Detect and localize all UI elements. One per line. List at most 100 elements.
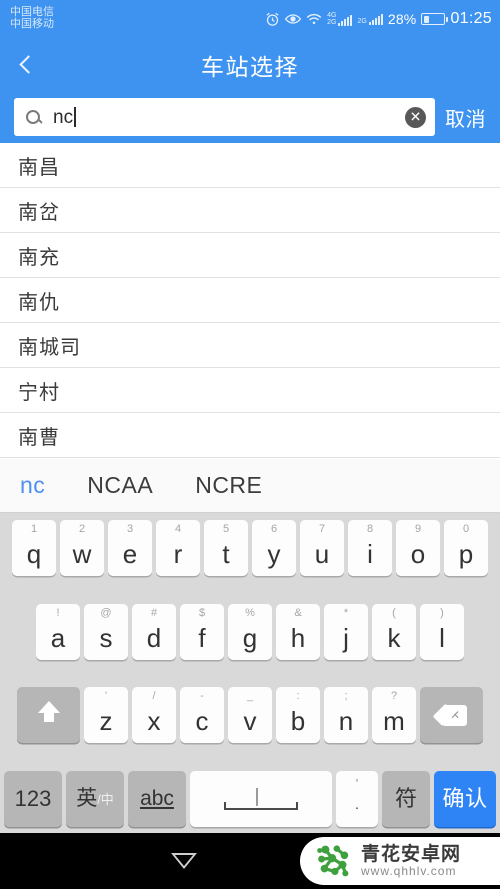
signal-1-top-label: 4G [327,11,337,19]
key-sub-label: _ [246,690,254,703]
alarm-icon [265,12,280,27]
key-main-label: t [222,539,230,569]
nav-back-triangle-icon[interactable] [171,853,197,869]
key-main-label: n [338,706,354,737]
key-y[interactable]: 6y [252,520,296,576]
search-input[interactable]: nc ✕ [14,98,435,136]
key-q[interactable]: 1q [12,520,56,576]
phone-screen: 中国电信 中国移动 4G 2G 2G 28% 01:25 车站选择 nc ✕ 取… [0,0,500,889]
key-main-label: u [314,539,330,569]
clear-icon[interactable]: ✕ [405,106,426,128]
candidate-item[interactable]: NCAA [87,472,153,499]
list-item[interactable]: 南充 [0,233,500,278]
key-main-label: y [267,539,281,569]
key-sub-label: $ [198,606,206,619]
keyboard-row-3: ' z / x -c _ v :b ; n ? m [4,687,496,744]
station-results-list[interactable]: 南昌 南岔 南充 南仇 南城司 宁村 南曹 [0,143,500,459]
key-main-label: abc [140,787,174,811]
key-sub-label: ! [56,606,60,619]
key-k[interactable]: (k [372,603,416,660]
space-key-glyphs [224,787,298,810]
key-sub-label: 5 [222,523,230,535]
list-item[interactable]: 南城司 [0,323,500,368]
key-a[interactable]: ! a [36,603,80,660]
key-main-label: q [26,539,42,569]
candidate-item[interactable]: NCRE [195,472,262,499]
list-item[interactable]: 南仇 [0,278,500,323]
key-sub-label: 0 [462,523,470,535]
carrier-labels: 中国电信 中国移动 [10,6,54,31]
key-x[interactable]: / x [132,687,176,744]
key-main-label: 123 [14,785,52,811]
language-toggle-key[interactable]: 英/中 [66,770,124,827]
abc-mode-key[interactable]: abc [128,770,186,827]
molecule-logo-icon [314,842,352,880]
search-bar: nc ✕ 取消 [0,91,500,143]
key-l[interactable]: ) l [420,603,464,660]
key-main-label: w [72,539,92,569]
key-v[interactable]: _ v [228,687,272,744]
key-p[interactable]: 0p [444,520,488,576]
key-e[interactable]: 3e [108,520,152,576]
cancel-button[interactable]: 取消 [435,103,494,132]
carrier-line-2: 中国移动 [10,18,54,30]
station-name: 南仇 [18,291,60,314]
candidate-item[interactable]: nc [20,472,45,499]
search-value: nc [53,106,74,128]
key-main-label: x [147,706,161,737]
punctuation-key[interactable]: ' · [336,770,378,827]
key-main-label: v [243,706,257,737]
key-h[interactable]: & h [276,603,320,660]
key-main-label: c [195,706,209,737]
back-button[interactable] [0,38,52,91]
key-main-label: l [439,622,445,653]
key-f[interactable]: $ f [180,603,224,660]
key-d[interactable]: # d [132,603,176,660]
key-main-label: m [383,706,405,737]
spacebar-glyph [224,801,298,810]
key-sub-label: 7 [318,523,326,535]
list-item[interactable]: 宁村 [0,368,500,413]
backspace-icon [432,703,467,727]
key-c[interactable]: -c [180,687,224,744]
key-b[interactable]: :b [276,687,320,744]
numeric-mode-key[interactable]: 123 [4,770,62,827]
keyboard-row-2: ! a @ s # d $ f % g & h * j (k ) l [4,603,496,660]
keyboard-row-4: 123 英/中 abc ' · 符 确认 [4,770,496,827]
key-z[interactable]: ' z [84,687,128,744]
key-o[interactable]: 9o [396,520,440,576]
key-w[interactable]: 2w [60,520,104,576]
key-n[interactable]: ; n [324,687,368,744]
key-j[interactable]: * j [324,603,368,660]
list-item[interactable]: 南岔 [0,188,500,233]
battery-percent: 28% [387,11,417,27]
space-key[interactable] [190,770,332,827]
android-nav-bar: 青花安卓网 www.qhhlv.com [0,833,500,889]
signal-2-icon: 2G [357,13,383,25]
key-main-label: i [367,539,373,569]
key-g[interactable]: % g [228,603,272,660]
key-sub-label: ; [344,690,348,703]
symbol-key[interactable]: 符 [382,770,430,827]
key-m[interactable]: ? m [372,687,416,744]
virtual-keyboard: 1q 2w 3e 4r 5t 6y 7u 8i 9o 0p ! a @ s # d $… [0,513,500,833]
list-item[interactable]: 南曹 [0,413,500,458]
backspace-key[interactable] [420,687,483,744]
key-sub-label: 8 [366,523,374,535]
key-main-label: e [122,539,138,569]
key-i[interactable]: 8i [348,520,392,576]
key-main-label: o [410,539,426,569]
station-name: 南昌 [18,156,60,179]
list-item[interactable]: 南昌 [0,143,500,188]
status-icons: 4G 2G 2G 28% 01:25 [265,10,492,28]
key-u[interactable]: 7u [300,520,344,576]
key-main-label: s [99,622,113,653]
signal-1-icon: 4G 2G [327,11,353,27]
station-name: 南曹 [18,426,60,449]
key-sub-label: 6 [270,523,278,535]
key-r[interactable]: 4r [156,520,200,576]
enter-key[interactable]: 确认 [434,770,496,827]
key-s[interactable]: @ s [84,603,128,660]
key-t[interactable]: 5t [204,520,248,576]
shift-key[interactable] [17,687,80,744]
